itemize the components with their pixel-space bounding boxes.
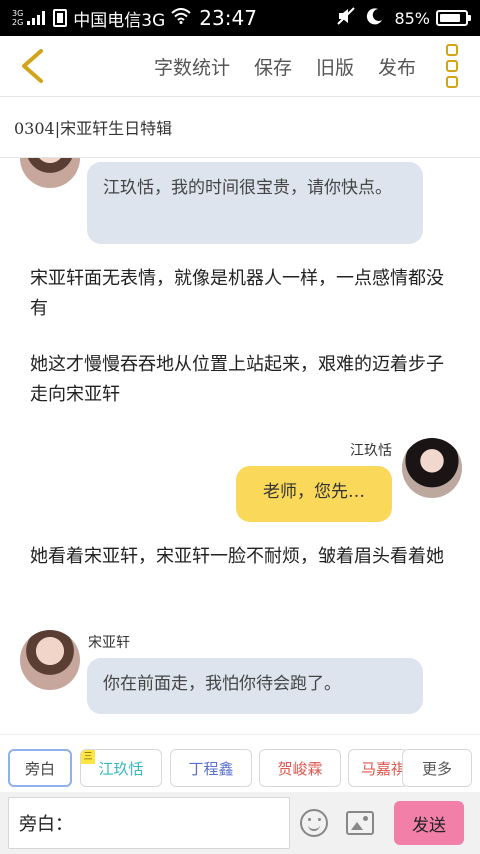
network-bottom-label: 2G	[12, 18, 24, 27]
character-badge: 三	[81, 750, 95, 764]
status-bar: 3G 2G 中国电信3G 23:47 85%	[0, 0, 480, 36]
word-count-button[interactable]: 字数统计	[154, 53, 230, 80]
chat-bubble-left: 江玖恬，我的时间很宝贵，请你快点。	[87, 162, 423, 244]
character-chip[interactable]: 旁白	[8, 749, 72, 787]
avatar	[20, 630, 80, 690]
toolbar-actions: 字数统计 保存 旧版 发布	[154, 53, 416, 80]
clock: 23:47	[199, 6, 257, 30]
carrier-label: 中国电信3G	[73, 10, 166, 31]
battery-fill	[440, 14, 461, 22]
battery-icon	[436, 10, 471, 26]
chevron-left-icon	[22, 49, 43, 83]
character-label: 贺峻霖	[277, 759, 323, 778]
character-chip[interactable]: 马嘉祺	[348, 749, 408, 787]
signal-icon	[27, 11, 46, 25]
publish-button[interactable]: 发布	[378, 53, 416, 80]
smiley-icon[interactable]	[300, 809, 328, 837]
wifi-icon	[171, 8, 191, 28]
network-type: 3G 2G	[12, 9, 23, 27]
more-vertical-icon[interactable]	[440, 44, 464, 88]
image-icon[interactable]	[346, 811, 374, 835]
character-label: 马嘉祺	[361, 759, 407, 778]
speaker-name: 江玖恬	[350, 443, 392, 459]
character-label: 旁白	[24, 759, 55, 778]
character-selector: 旁白 三 江玖恬 丁程鑫 贺峻霖 马嘉祺 更多	[0, 734, 480, 792]
narration-text: 她看着宋亚轩，宋亚轩一脸不耐烦，皱着眉头看着她	[30, 546, 444, 567]
back-button[interactable]	[12, 46, 52, 86]
sim-icon	[53, 9, 68, 27]
story-title: 0304|宋亚轩生日特辑	[0, 96, 480, 158]
chat-bubble-right: 老师，您先…	[236, 466, 392, 522]
composer: 旁白： 发送	[0, 792, 480, 854]
character-chip[interactable]: 三 江玖恬	[80, 749, 162, 787]
network-top-label: 3G	[12, 9, 24, 18]
old-version-button[interactable]: 旧版	[316, 53, 354, 80]
send-button[interactable]: 发送	[394, 801, 464, 845]
story-content[interactable]: 江玖恬，我的时间很宝贵，请你快点。 宋亚轩面无表情，就像是机器人一样，一点感情都…	[0, 158, 480, 734]
narration-text: 宋亚轩面无表情，就像是机器人一样，一点感情都没有	[30, 268, 444, 319]
moon-icon	[366, 7, 384, 30]
narration-text: 她这才慢慢吞吞地从位置上站起来，艰难的迈着步子走向宋亚轩	[30, 354, 444, 405]
message-input[interactable]: 旁白：	[8, 797, 290, 849]
character-label: 江玖恬	[98, 759, 144, 778]
avatar	[20, 158, 80, 188]
more-characters-button[interactable]: 更多	[402, 749, 472, 787]
top-toolbar: 字数统计 保存 旧版 发布	[0, 36, 480, 96]
more-label: 更多	[421, 759, 452, 778]
avatar	[402, 438, 462, 498]
battery-percent: 85%	[394, 8, 430, 28]
character-chip[interactable]: 丁程鑫	[170, 749, 252, 787]
chat-bubble-left: 你在前面走，我怕你待会跑了。	[87, 658, 423, 714]
character-chip[interactable]: 贺峻霖	[259, 749, 341, 787]
speaker-name: 宋亚轩	[88, 635, 130, 651]
mute-icon	[336, 6, 356, 30]
character-label: 丁程鑫	[188, 759, 234, 778]
save-button[interactable]: 保存	[254, 53, 292, 80]
